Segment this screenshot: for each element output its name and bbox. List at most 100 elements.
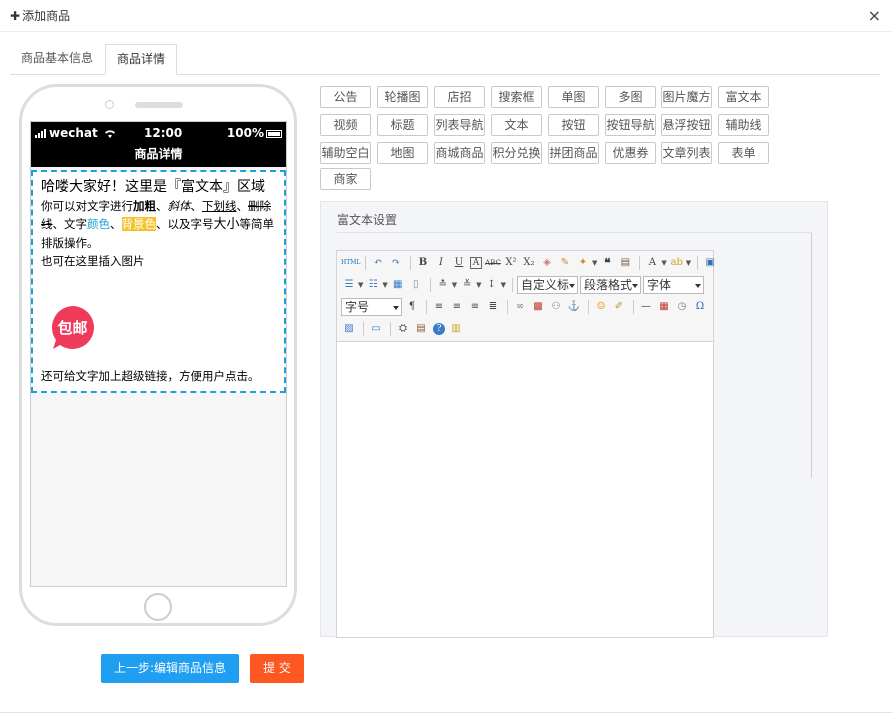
custom-title-select[interactable]: 自定义标	[516, 276, 578, 294]
row-spacing-top-icon[interactable]: ≛	[435, 277, 451, 293]
subscript-icon[interactable]: X₂	[521, 255, 537, 271]
directionality-icon[interactable]: ¶	[404, 299, 420, 315]
background-color-icon[interactable]: ab	[669, 255, 685, 271]
component-notice[interactable]: 公告	[320, 86, 371, 108]
redo-icon[interactable]: ↷	[388, 255, 404, 271]
undo-icon[interactable]: ↶	[370, 255, 386, 271]
paste-word-icon[interactable]: ▦	[390, 277, 406, 293]
status-battery: 100%	[227, 126, 282, 140]
align-center-icon[interactable]: ≡	[449, 299, 465, 315]
component-blank[interactable]: 辅助空白	[320, 142, 371, 164]
auto-format-icon[interactable]: ✦	[575, 255, 591, 271]
unordered-list-icon[interactable]: ☷	[365, 277, 381, 293]
component-map[interactable]: 地图	[377, 142, 428, 164]
unlink-icon[interactable]: ⚇	[548, 299, 564, 315]
special-chars-icon[interactable]: Ω	[692, 299, 708, 315]
image-icon[interactable]: ▩	[530, 299, 546, 315]
prev-step-button[interactable]: 上一步:编辑商品信息	[101, 654, 239, 683]
row-spacing-bottom-icon[interactable]: ≚	[459, 277, 475, 293]
font-family-select[interactable]: 字体	[642, 276, 704, 294]
chevron-down-icon[interactable]: ▼	[592, 259, 597, 267]
component-list-nav[interactable]: 列表导航	[434, 114, 485, 136]
tab-basic-info[interactable]: 商品基本信息	[10, 44, 104, 75]
component-title[interactable]: 标题	[377, 114, 428, 136]
rich-text-component[interactable]: 哈喽大家好！这里是『富文本』区域 你可以对文字进行加粗、斜体、下划线、删除线、文…	[31, 170, 286, 393]
chevron-down-icon[interactable]: ▼	[686, 259, 691, 267]
horizontal-rule-icon[interactable]: —	[638, 299, 654, 315]
page-break-icon[interactable]: ▭	[368, 321, 384, 337]
fullscreen-icon[interactable]: ▣	[702, 255, 718, 271]
align-right-icon[interactable]: ≡	[467, 299, 483, 315]
eraser-icon[interactable]: ◈	[539, 255, 555, 271]
clear-doc-icon[interactable]: ▯	[408, 277, 424, 293]
charts-icon[interactable]: ▥	[448, 321, 464, 337]
component-rich-text[interactable]: 富文本	[718, 86, 769, 108]
scrawl-icon[interactable]: ✐	[611, 299, 627, 315]
anchor-icon[interactable]: ⚓	[566, 299, 582, 315]
date-icon[interactable]: ▦	[656, 299, 672, 315]
bold-icon[interactable]: B	[415, 255, 431, 271]
align-justify-icon[interactable]: ≣	[485, 299, 501, 315]
submit-button[interactable]: 提 交	[250, 654, 304, 683]
component-store-sign[interactable]: 店招	[434, 86, 485, 108]
badge-text: 包邮	[57, 319, 87, 337]
chevron-down-icon[interactable]: ▼	[501, 281, 506, 289]
font-color-icon[interactable]: A	[644, 255, 660, 271]
component-multi-image[interactable]: 多图	[605, 86, 656, 108]
component-carousel[interactable]: 轮播图	[377, 86, 428, 108]
emotion-icon[interactable]: ☺	[593, 299, 609, 315]
paste-plain-icon[interactable]: ▤	[617, 255, 633, 271]
component-points-exchange[interactable]: 积分兑换	[491, 142, 542, 164]
chevron-down-icon[interactable]: ▼	[358, 281, 363, 289]
component-single-image[interactable]: 单图	[548, 86, 599, 108]
component-image-cube[interactable]: 图片魔方	[661, 86, 712, 108]
toolbar-row-3: 字号 ¶ ≡ ≡ ≡ ≣ ∞ ▩ ⚇ ⚓ ☺ ✐ — ▦ ◷ Ω	[341, 297, 710, 317]
settings-scrollbar[interactable]	[811, 233, 812, 478]
italic-icon[interactable]: I	[433, 255, 449, 271]
component-button-nav[interactable]: 按钮导航	[605, 114, 656, 136]
ordered-list-icon[interactable]: ☰	[341, 277, 357, 293]
link-icon[interactable]: ∞	[512, 299, 528, 315]
toolbar-separator	[633, 300, 634, 314]
format-brush-icon[interactable]: ✎	[557, 255, 573, 271]
rich-text-link-line: 还可给文字加上超级链接，方便用户点击。	[41, 369, 260, 383]
component-button[interactable]: 按钮	[548, 114, 599, 136]
component-guide-line[interactable]: 辅助线	[718, 114, 769, 136]
component-merchant[interactable]: 商家	[320, 168, 371, 190]
strikethrough-icon[interactable]: ABC	[485, 255, 501, 271]
chevron-down-icon[interactable]: ▼	[476, 281, 481, 289]
chevron-down-icon[interactable]: ▼	[452, 281, 457, 289]
rt-text: 你可以对文字进行	[41, 199, 133, 213]
preview-icon[interactable]: ▤	[413, 321, 429, 337]
superscript-icon[interactable]: X²	[503, 255, 519, 271]
line-height-icon[interactable]: ↕	[484, 277, 500, 293]
blockquote-icon[interactable]: ❝	[599, 255, 615, 271]
component-video[interactable]: 视频	[320, 114, 371, 136]
component-coupon[interactable]: 优惠券	[605, 142, 656, 164]
font-border-icon[interactable]: A	[470, 257, 482, 269]
chevron-down-icon[interactable]: ▼	[382, 281, 387, 289]
font-size-select[interactable]: 字号	[341, 298, 402, 316]
toolbar-separator	[511, 278, 513, 292]
map-icon[interactable]: ▨	[341, 321, 357, 337]
align-left-icon[interactable]: ≡	[431, 299, 447, 315]
component-group-goods[interactable]: 拼团商品	[548, 142, 599, 164]
search-replace-icon[interactable]: ⛭	[395, 321, 411, 337]
help-icon[interactable]: ?	[433, 323, 445, 335]
component-article-list[interactable]: 文章列表	[661, 142, 712, 164]
close-icon[interactable]: ×	[868, 6, 881, 25]
status-bar: wechat 12:00 100% 商品详情	[31, 122, 286, 167]
time-icon[interactable]: ◷	[674, 299, 690, 315]
tab-product-detail[interactable]: 商品详情	[105, 44, 178, 75]
component-mall-goods[interactable]: 商城商品	[434, 142, 485, 164]
component-float-button[interactable]: 悬浮按钮	[661, 114, 712, 136]
chevron-down-icon[interactable]: ▼	[661, 259, 666, 267]
html-source-icon[interactable]: HTML	[341, 255, 360, 271]
phone-screen: wechat 12:00 100% 商品详情 哈喽大家好！这里是『富文本』区域 …	[30, 121, 287, 587]
component-text[interactable]: 文本	[491, 114, 542, 136]
component-search-box[interactable]: 搜索框	[491, 86, 542, 108]
component-form[interactable]: 表单	[718, 142, 769, 164]
paragraph-format-select[interactable]: 段落格式	[579, 276, 641, 294]
rt-sep: 、	[190, 199, 203, 213]
underline-icon[interactable]: U	[451, 255, 467, 271]
